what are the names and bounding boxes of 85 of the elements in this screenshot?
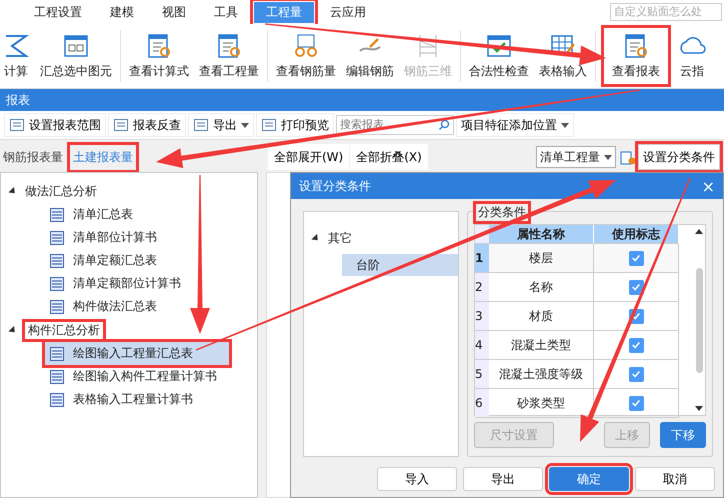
ribbon-button[interactable]: 计算 xyxy=(0,24,34,88)
ribbon-button[interactable]: 查看钢筋量 xyxy=(272,24,340,88)
tick-icon xyxy=(631,369,641,379)
document-icon xyxy=(49,368,65,384)
checkbox[interactable] xyxy=(628,250,644,266)
ribbon-button[interactable]: 云指 xyxy=(674,24,710,88)
list-icon xyxy=(261,117,277,133)
checkbox[interactable] xyxy=(628,396,644,410)
search-field[interactable]: 自定义贴面怎么处 xyxy=(610,3,722,21)
table-cell: 楼层 xyxy=(489,244,594,272)
table-cell: 名称 xyxy=(489,273,594,301)
scrollbar-thumb[interactable] xyxy=(696,268,702,372)
glasses-icon xyxy=(292,32,320,58)
dialog-button[interactable]: 下移 xyxy=(660,422,706,448)
table-cell: 混凝土强度等级 xyxy=(489,360,594,388)
document-icon xyxy=(49,206,65,222)
checkbox[interactable] xyxy=(628,338,644,352)
toolbar-button[interactable]: 导出 xyxy=(188,113,254,137)
toolbar-button[interactable]: 打印预览 xyxy=(256,113,334,137)
report-tree-item[interactable]: 构件做法汇总表 xyxy=(45,295,229,318)
position-dropdown[interactable]: 项目特征添加位置 xyxy=(456,113,574,137)
toolbar-button[interactable]: 报表反查 xyxy=(108,113,186,137)
ribbon-button[interactable]: 查看报表 xyxy=(600,24,672,88)
scroll-up-icon[interactable] xyxy=(695,229,703,234)
document-icon xyxy=(49,298,65,314)
ribbon-button[interactable]: 汇总选中图元 xyxy=(36,24,116,88)
report-tree-item[interactable]: 清单定额部位计算书 xyxy=(45,272,229,295)
classify-conditions-button[interactable]: 设置分类条件 xyxy=(638,144,720,170)
tree-group-label[interactable]: 构件汇总分析 xyxy=(25,322,103,338)
report-tree-item[interactable]: 清单定额汇总表 xyxy=(45,249,229,272)
list-icon xyxy=(113,117,129,133)
tick-icon xyxy=(631,253,641,263)
table-cell: 混凝土类型 xyxy=(489,331,594,359)
dialog-button[interactable]: 取消 xyxy=(635,467,715,491)
document-icon xyxy=(49,276,65,292)
dialog-title: 设置分类条件 xyxy=(299,178,371,194)
document-icon xyxy=(49,230,65,246)
row-number: 4 xyxy=(475,331,489,359)
report-tree-item[interactable]: 绘图输入构件工程量计算书 xyxy=(45,365,229,388)
report-tab[interactable]: 钢筋报表量 xyxy=(0,144,66,170)
ribbon-button[interactable]: 查看工程量 xyxy=(195,24,263,88)
row-number: 3 xyxy=(475,302,489,330)
report-tree-item[interactable]: 清单部位计算书 xyxy=(45,226,229,249)
tree-group-label[interactable]: 做法汇总分析 xyxy=(25,182,97,200)
dialog-button[interactable]: 导入 xyxy=(377,467,457,491)
row-number: 5 xyxy=(475,360,489,388)
document-icon xyxy=(49,346,65,362)
tick-icon xyxy=(631,311,641,321)
row-number: 1 xyxy=(475,244,489,272)
table-cell: 材质 xyxy=(489,302,594,330)
table-icon xyxy=(62,32,90,58)
document-icon xyxy=(49,252,65,268)
checkbox[interactable] xyxy=(628,366,644,382)
menu-tab[interactable]: 工具 xyxy=(202,2,250,22)
document-icon xyxy=(49,392,65,408)
report-tab[interactable]: 土建报表量 xyxy=(70,144,136,170)
row-number: 2 xyxy=(475,273,489,301)
ribbon-button[interactable]: 查看计算式 xyxy=(125,24,193,88)
ribbon-button[interactable]: 编辑钢筋 xyxy=(342,24,398,88)
toolbar-button[interactable]: 设置报表范围 xyxy=(4,113,106,137)
quantity-dropdown[interactable]: 清单工程量 xyxy=(536,146,616,168)
report-tree-item[interactable]: 表格输入工程量计算书 xyxy=(45,388,229,411)
caret-icon xyxy=(561,122,569,128)
tree-group-label[interactable]: 其它 xyxy=(328,230,352,246)
list-icon xyxy=(9,117,25,133)
scroll-down-icon[interactable] xyxy=(695,406,703,411)
report-tree-item[interactable]: 清单汇总表 xyxy=(45,203,229,226)
checkbox[interactable] xyxy=(628,280,644,294)
menu-tab[interactable]: 视图 xyxy=(150,2,198,22)
group-label: 分类条件 xyxy=(476,204,528,221)
tick-icon xyxy=(631,340,641,350)
panel-title-bar: 报表 xyxy=(0,89,724,111)
tick-icon xyxy=(631,398,641,408)
dialog-button[interactable]: 导出 xyxy=(463,467,543,491)
list-icon xyxy=(193,117,209,133)
tick-icon xyxy=(631,282,641,292)
menu-tab[interactable]: 云应用 xyxy=(318,2,378,22)
report-tree-item[interactable]: 绘图输入工程量汇总表 xyxy=(45,342,229,365)
menu-tab[interactable]: 建模 xyxy=(98,2,146,22)
caret-icon xyxy=(604,154,612,160)
row-number: 6 xyxy=(475,389,489,417)
table-gear-icon xyxy=(620,150,636,166)
close-button[interactable]: × xyxy=(702,176,715,196)
category-tree-item[interactable]: 台阶 xyxy=(342,254,458,276)
menu-tab[interactable]: 工程设置 xyxy=(22,2,94,22)
